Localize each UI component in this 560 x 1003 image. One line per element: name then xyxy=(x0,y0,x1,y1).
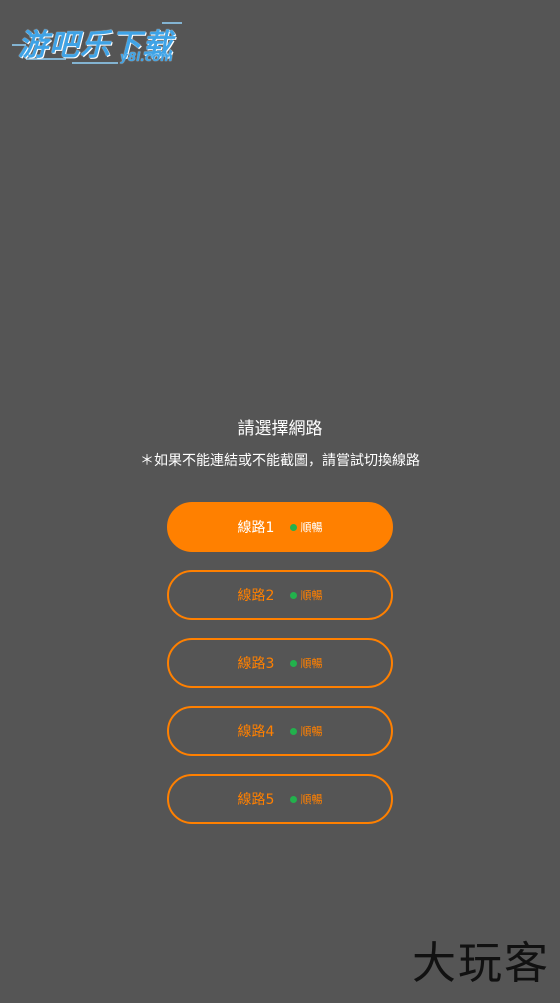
route-label: 線路3 xyxy=(237,656,275,672)
route-label: 線路2 xyxy=(237,588,275,604)
route-button-3[interactable]: 線路3 順暢 xyxy=(167,638,393,688)
route-status: 順暢 xyxy=(300,521,323,534)
watermark-sub-text: y8l.com xyxy=(120,50,173,64)
route-label: 線路4 xyxy=(237,724,275,740)
page: 游吧乐下载 y8l.com 請選擇網路 ＊如果不能連結或不能截圖，請嘗試切換線路… xyxy=(0,0,560,1003)
watermark-logo-bottom: 大玩客 xyxy=(412,938,550,989)
route-button-5[interactable]: 線路5 順暢 xyxy=(167,774,393,824)
route-button-4[interactable]: 線路4 順暢 xyxy=(167,706,393,756)
route-status: 順暢 xyxy=(300,657,323,670)
page-title: 請選擇網路 xyxy=(237,419,323,439)
status-dot-icon xyxy=(290,523,298,531)
status-dot-icon xyxy=(290,591,298,599)
route-button-1[interactable]: 線路1 順暢 xyxy=(167,502,393,552)
route-button-2[interactable]: 線路2 順暢 xyxy=(167,570,393,620)
route-label: 線路1 xyxy=(237,520,275,536)
status-dot-icon xyxy=(290,795,298,803)
route-status: 順暢 xyxy=(300,589,323,602)
route-list: 線路1 順暢 線路2 順暢 線路3 順暢 線路4 順暢 線路5 順暢 xyxy=(167,502,393,842)
status-dot-icon xyxy=(290,659,298,667)
watermark-logo-top: 游吧乐下载 y8l.com xyxy=(12,14,192,70)
route-status: 順暢 xyxy=(300,725,323,738)
status-dot-icon xyxy=(290,727,298,735)
page-subtitle: ＊如果不能連結或不能截圖，請嘗試切換線路 xyxy=(140,453,420,469)
route-status: 順暢 xyxy=(300,793,323,806)
route-label: 線路5 xyxy=(237,792,275,808)
